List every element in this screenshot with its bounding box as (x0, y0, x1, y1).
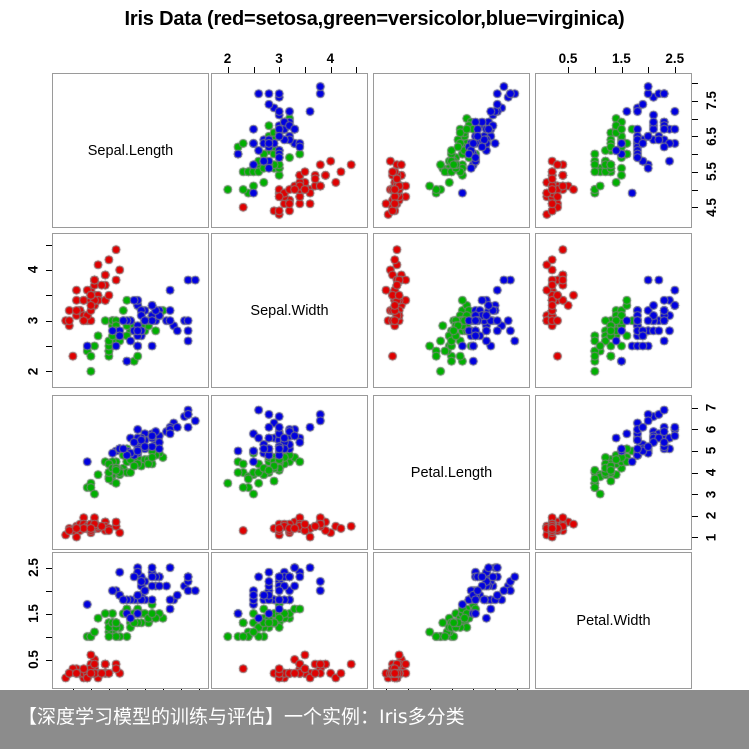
scatter-canvas (374, 74, 529, 227)
axis-tick (305, 67, 306, 73)
pairs-matrix-grid: Sepal.Length Sepal.Width Petal.Length Petal… (0, 0, 749, 749)
axis-tick (675, 67, 676, 73)
scatter-panel-r0-c1 (211, 73, 368, 228)
scatter-canvas (536, 234, 691, 387)
axis-tick (46, 568, 52, 569)
scatter-canvas (374, 234, 529, 387)
axis-tick-label: 3 (275, 50, 283, 66)
axis-tick-label: 4 (25, 266, 41, 274)
axis-tick (46, 295, 52, 296)
axis-tick (568, 67, 569, 73)
axis-tick (46, 637, 52, 638)
scatter-canvas (212, 553, 367, 688)
axis-tick (692, 190, 698, 191)
axis-tick-label: 1 (703, 533, 719, 541)
axis-tick (692, 83, 698, 84)
axis-tick-label: 1.5 (25, 604, 41, 623)
scatter-panel-r3-c1 (211, 552, 368, 689)
axis-tick-label: 0.5 (558, 50, 578, 66)
axis-tick (692, 408, 698, 409)
scatter-panel-r0-c3 (535, 73, 692, 228)
diagonal-panel-petal-length: Petal.Length (373, 395, 530, 550)
axis-tick-label: 7 (703, 404, 719, 412)
axis-tick (46, 614, 52, 615)
scatter-panel-r2-c3 (535, 395, 692, 550)
diagonal-panel-sepal-length: Sepal.Length (52, 73, 209, 228)
axis-tick (692, 136, 698, 137)
axis-tick (279, 67, 280, 73)
axis-tick (622, 67, 623, 73)
axis-tick (692, 172, 698, 173)
scatter-panel-r3-c0 (52, 552, 209, 689)
scatter-canvas (53, 396, 208, 549)
axis-tick-label: 3 (703, 490, 719, 498)
axis-tick-label: 1.5 (612, 50, 631, 66)
axis-tick (692, 494, 698, 495)
scatter-canvas (536, 74, 691, 227)
variable-label: Sepal.Width (250, 302, 329, 319)
axis-tick-label: 2 (223, 50, 232, 66)
axis-tick-label: 2.5 (25, 558, 41, 578)
axis-tick-label: 5.5 (703, 162, 719, 182)
axis-tick (692, 516, 698, 517)
scatter-canvas (536, 396, 691, 549)
diagonal-panel-petal-width: Petal.Width (535, 552, 692, 689)
scatter-canvas (374, 553, 529, 688)
axis-tick-label: 4 (703, 468, 719, 477)
axis-tick (692, 429, 698, 430)
axis-tick (692, 451, 698, 452)
axis-tick (228, 67, 229, 73)
scatter-canvas (53, 553, 208, 688)
variable-label: Petal.Length (410, 464, 493, 481)
axis-tick-label: 2 (703, 511, 719, 520)
variable-label: Petal.Width (576, 612, 651, 629)
scatter-panel-r1-c3 (535, 233, 692, 388)
scatter-canvas (53, 234, 208, 387)
scatter-panel-r0-c2 (373, 73, 530, 228)
axis-tick (46, 591, 52, 592)
axis-tick (692, 207, 698, 208)
scatter-panel-r3-c2 (373, 552, 530, 689)
axis-tick (46, 660, 52, 661)
axis-tick-label: 5 (703, 447, 719, 455)
axis-tick-label: 7.5 (703, 91, 719, 111)
axis-tick (46, 321, 52, 322)
diagonal-panel-sepal-width: Sepal.Width (211, 233, 368, 388)
axis-tick-label: 0.5 (25, 650, 41, 669)
axis-tick-label: 4 (326, 50, 335, 66)
scatterplot-matrix-figure: Iris Data (red=setosa,green=versicolor,b… (0, 0, 749, 749)
axis-tick (692, 119, 698, 120)
axis-tick (692, 473, 698, 474)
scatter-panel-r2-c0 (52, 395, 209, 550)
axis-tick (254, 67, 255, 73)
scatter-panel-r1-c2 (373, 233, 530, 388)
caption-text: 【深度学习模型的训练与评估】一个实例：Iris多分类 (18, 706, 465, 728)
scatter-panel-r1-c0 (52, 233, 209, 388)
axis-tick-label: 2 (25, 367, 41, 376)
axis-tick-label: 6.5 (703, 126, 719, 146)
axis-tick-label: 4.5 (703, 197, 719, 217)
axis-tick-label: 2.5 (665, 50, 685, 66)
scatter-canvas (212, 396, 367, 549)
axis-tick (46, 346, 52, 347)
scatter-canvas (212, 74, 367, 227)
scatter-panel-r2-c1 (211, 395, 368, 550)
axis-tick-label: 6 (703, 425, 719, 434)
axis-tick (46, 245, 52, 246)
axis-tick (46, 371, 52, 372)
axis-tick (356, 67, 357, 73)
axis-tick (692, 154, 698, 155)
variable-label: Sepal.Length (87, 142, 174, 159)
axis-tick (692, 537, 698, 538)
axis-tick (595, 67, 596, 73)
axis-tick (331, 67, 332, 73)
axis-tick (648, 67, 649, 73)
axis-tick-label: 3 (25, 316, 41, 325)
axis-tick (692, 101, 698, 102)
axis-tick (46, 270, 52, 271)
